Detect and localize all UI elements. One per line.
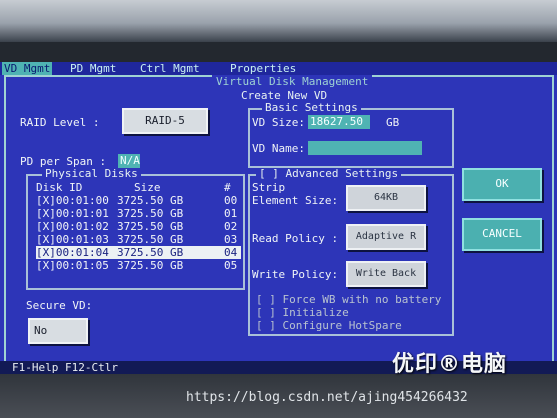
disk-size: 3725.50 GB [117, 233, 184, 246]
disk-id: [X]00:01:05 [36, 259, 109, 272]
configure-hotspare-checkbox[interactable]: [ ] Configure HotSpare [256, 319, 402, 332]
secure-vd-label: Secure VD: [26, 299, 93, 312]
disk-row[interactable]: [X]00:01:00 3725.50 GB 00 [36, 194, 241, 207]
photo-background-top [0, 0, 557, 42]
col-header-number: # [224, 181, 231, 194]
secure-vd-selector[interactable]: No [28, 318, 88, 344]
menu-properties[interactable]: Properties [228, 62, 298, 75]
menu-pd-mgmt[interactable]: PD Mgmt [68, 62, 118, 75]
disk-size: 3725.50 GB [117, 207, 184, 220]
disk-number: 04 [224, 246, 238, 259]
disk-row[interactable]: [X]00:01:05 3725.50 GB 05 [36, 259, 241, 272]
disk-id: [X]00:01:02 [36, 220, 109, 233]
disk-row[interactable]: [X]00:01:03 3725.50 GB 03 [36, 233, 241, 246]
disk-size: 3725.50 GB [117, 194, 184, 207]
col-header-disk-id: Disk ID [36, 181, 83, 194]
disk-id: [X]00:01:04 [36, 246, 109, 259]
status-bar-hint: F1-Help F12-Ctlr [12, 361, 118, 374]
read-policy-label: Read Policy : [252, 232, 339, 245]
initialize-checkbox[interactable]: [ ] Initialize [256, 306, 349, 319]
cancel-button[interactable]: CANCEL [462, 218, 542, 251]
disk-row[interactable]: [X]00:01:04 3725.50 GB 04 [36, 246, 241, 259]
menu-bar: VD Mgmt PD Mgmt Ctrl Mgmt Properties [0, 62, 557, 75]
ok-button[interactable]: OK [462, 168, 542, 201]
disk-id: [X]00:01:01 [36, 207, 109, 220]
write-policy-selector[interactable]: Write Back [346, 261, 426, 287]
disk-number: 01 [224, 207, 238, 220]
disk-size: 3725.50 GB [117, 259, 184, 272]
menu-ctrl-mgmt[interactable]: Ctrl Mgmt [138, 62, 202, 75]
disk-number: 03 [224, 233, 238, 246]
disk-id: [X]00:01:00 [36, 194, 109, 207]
strip-size-selector[interactable]: 64KB [346, 185, 426, 211]
read-policy-selector[interactable]: Adaptive R [346, 224, 426, 250]
disk-id: [X]00:01:03 [36, 233, 109, 246]
vd-size-input[interactable]: 18627.50 [308, 115, 370, 129]
disk-row[interactable]: [X]00:01:02 3725.50 GB 02 [36, 220, 241, 233]
bios-screen: VD Mgmt PD Mgmt Ctrl Mgmt Properties Vir… [0, 62, 557, 374]
raid-level-selector[interactable]: RAID-5 [122, 108, 208, 134]
monitor-bezel [0, 42, 557, 62]
menu-vd-mgmt[interactable]: VD Mgmt [2, 62, 53, 75]
vd-size-label: VD Size: [252, 116, 305, 129]
col-header-size: Size [134, 181, 161, 194]
disk-number: 00 [224, 194, 238, 207]
advanced-settings-checkbox[interactable]: [ ] Advanced Settings [256, 168, 402, 180]
disk-size: 3725.50 GB [117, 220, 184, 233]
pd-per-span-value[interactable]: N/A [118, 154, 140, 168]
disk-size: 3725.50 GB [117, 246, 184, 259]
force-wb-checkbox[interactable]: [ ] Force WB with no battery [256, 293, 441, 306]
strip-label: Strip [252, 181, 286, 194]
vd-name-input[interactable] [308, 141, 422, 155]
disk-number: 05 [224, 259, 238, 272]
watermark-logo: 优印®电脑 [392, 352, 508, 377]
vd-management-title: Virtual Disk Management [212, 75, 373, 88]
strip-element-size-label: Element Size: [252, 194, 339, 207]
basic-settings-title: Basic Settings [262, 102, 361, 114]
vd-size-unit: GB [386, 116, 400, 129]
watermark-url: https://blog.csdn.net/ajing454266432 [186, 390, 468, 405]
write-policy-label: Write Policy: [252, 268, 339, 281]
physical-disks-title: Physical Disks [42, 168, 141, 180]
vd-name-label: VD Name: [252, 142, 305, 155]
disk-row[interactable]: [X]00:01:01 3725.50 GB 01 [36, 207, 241, 220]
raid-level-label: RAID Level : [20, 116, 100, 129]
disk-number: 02 [224, 220, 238, 233]
